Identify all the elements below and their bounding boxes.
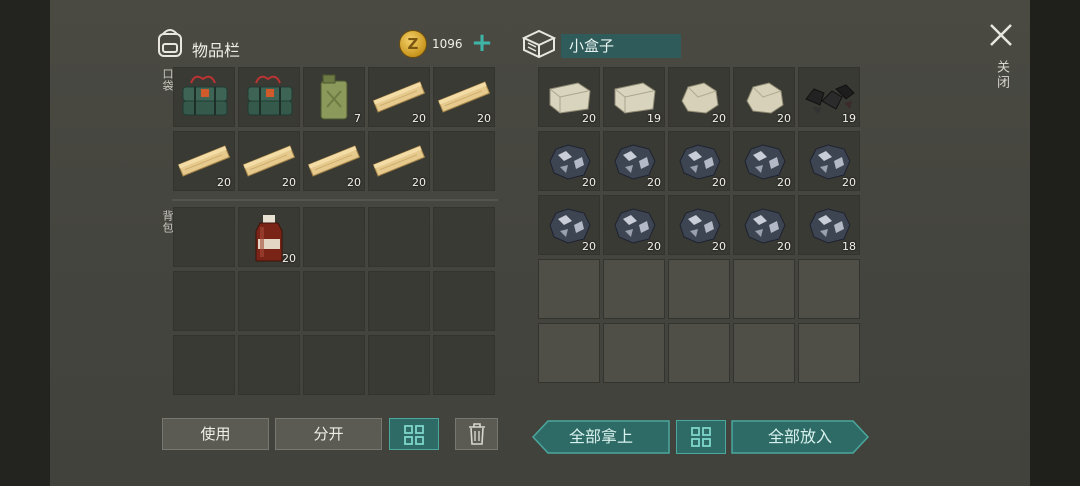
item-quantity: 7 [354,112,361,125]
item-quantity: 20 [647,176,661,189]
inventory-slot[interactable] [368,335,430,395]
inventory-slot[interactable] [173,207,235,267]
item-quantity: 19 [842,112,856,125]
item-quantity: 20 [842,176,856,189]
box-icon [522,29,556,59]
inventory-slot[interactable]: 7 [303,67,365,127]
item-quantity: 20 [582,176,596,189]
item-quantity: 20 [477,112,491,125]
item-quantity: 20 [777,112,791,125]
inventory-slot[interactable] [733,259,795,319]
inventory-slot[interactable] [368,207,430,267]
inventory-slot[interactable]: 19 [798,67,860,127]
inventory-slot[interactable]: 20 [603,131,665,191]
item-quantity: 20 [777,240,791,253]
inventory-slot[interactable]: 20 [668,67,730,127]
inventory-slot[interactable]: 20 [798,131,860,191]
inventory-slot[interactable]: 20 [668,195,730,255]
inventory-slot[interactable]: 20 [538,67,600,127]
inventory-slot[interactable] [238,271,300,331]
take-all-button[interactable]: 全部拿上 [532,420,670,454]
item-quantity: 18 [842,240,856,253]
inventory-slot[interactable] [433,271,495,331]
inventory-slot[interactable] [303,335,365,395]
close-label[interactable]: 关闭 [992,60,1011,90]
use-button[interactable]: 使用 [162,418,269,450]
section-divider [172,199,498,201]
inventory-slot[interactable] [173,67,235,127]
inventory-slot[interactable] [173,271,235,331]
item-quantity: 20 [712,112,726,125]
item-quantity: 20 [582,240,596,253]
inventory-slot[interactable] [798,323,860,383]
inventory-slot[interactable] [238,335,300,395]
sort-grid-button[interactable] [389,418,439,450]
inventory-slot[interactable]: 20 [238,131,300,191]
inventory-slot[interactable] [538,259,600,319]
item-quantity: 20 [647,240,661,253]
coin-icon: Z [399,30,427,58]
inventory-title: 物品栏 [192,41,241,60]
inventory-slot[interactable]: 20 [733,195,795,255]
inventory-slot[interactable]: 20 [433,67,495,127]
item-quantity: 20 [282,252,296,265]
inventory-slot[interactable] [603,259,665,319]
inventory-slot[interactable] [238,67,300,127]
close-icon[interactable] [988,22,1014,48]
item-quantity: 20 [347,176,361,189]
put-all-button[interactable]: 全部放入 [731,420,869,454]
item-quantity: 20 [282,176,296,189]
inventory-slot[interactable] [668,259,730,319]
inventory-slot[interactable]: 20 [538,131,600,191]
take-all-label: 全部拿上 [568,427,633,446]
container-sort-button[interactable] [676,420,726,454]
inventory-slot[interactable] [798,259,860,319]
inventory-slot[interactable]: 20 [303,131,365,191]
inventory-slot[interactable] [603,323,665,383]
inventory-slot[interactable]: 20 [238,207,300,267]
grid-sort-icon [404,425,424,445]
inventory-slot[interactable]: 20 [603,195,665,255]
item-quantity: 20 [777,176,791,189]
inventory-slot[interactable]: 20 [368,131,430,191]
inventory-slot[interactable]: 20 [368,67,430,127]
split-button[interactable]: 分开 [275,418,382,450]
item-quantity: 20 [712,240,726,253]
item-quantity: 19 [647,112,661,125]
backpack-icon [158,29,182,57]
inventory-slot[interactable]: 20 [733,67,795,127]
grid-sort-icon [691,427,711,447]
inventory-slot[interactable] [303,207,365,267]
inventory-slot[interactable] [433,131,495,191]
inventory-slot[interactable] [173,335,235,395]
put-all-label: 全部放入 [767,427,832,446]
inventory-slot[interactable] [433,335,495,395]
inventory-slot[interactable]: 20 [538,195,600,255]
item-quantity: 20 [712,176,726,189]
container-name-field[interactable]: 小盒子 [561,34,681,58]
item-quantity: 20 [412,112,426,125]
inventory-slot[interactable] [303,271,365,331]
coin-count: 1096 [432,37,463,51]
rope-bundle-icon [247,75,293,116]
rope-bundle-icon [182,75,228,116]
item-quantity: 20 [412,176,426,189]
inventory-slot[interactable]: 19 [603,67,665,127]
screen-edge-left [0,0,50,486]
inventory-slot[interactable]: 20 [668,131,730,191]
inventory-slot[interactable] [733,323,795,383]
inventory-slot[interactable] [538,323,600,383]
inventory-slot[interactable]: 20 [733,131,795,191]
delete-button[interactable] [455,418,498,450]
inventory-slot[interactable]: 18 [798,195,860,255]
item-quantity: 20 [582,112,596,125]
inventory-slot[interactable] [433,207,495,267]
inventory-slot[interactable]: 20 [173,131,235,191]
inventory-slot[interactable] [668,323,730,383]
trash-icon [468,423,485,445]
screen-edge-right [1030,0,1080,486]
add-coins-button[interactable]: + [470,30,494,56]
item-quantity: 20 [217,176,231,189]
inventory-slot[interactable] [368,271,430,331]
